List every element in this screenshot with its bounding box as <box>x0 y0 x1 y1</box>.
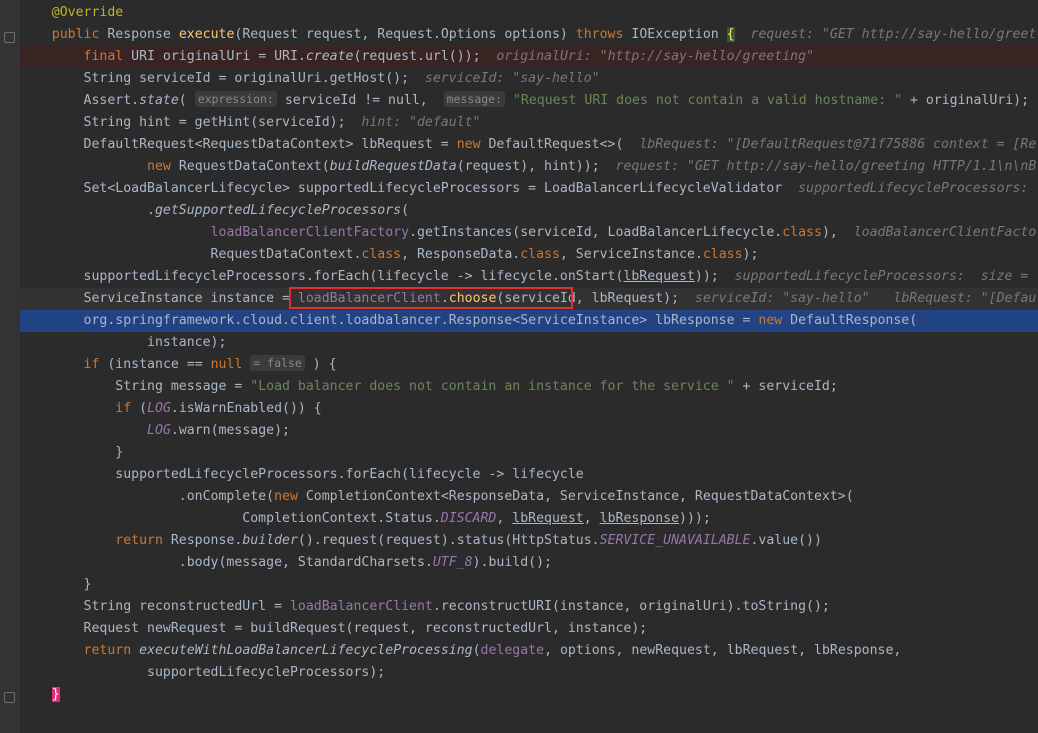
code-line: LOG.warn(message); <box>147 423 290 438</box>
code-line: supportedLifecycleProcessors); <box>20 665 386 680</box>
fold-toggle-icon[interactable] <box>4 32 15 43</box>
code-line: } <box>51 687 60 702</box>
debug-value-hint: serviceId: "say-hello" <box>424 71 600 86</box>
code-line: String message = "Load balancer does not… <box>20 379 838 394</box>
debug-value-hint: serviceId: "say-hello" <box>694 291 870 306</box>
parameter-hint: expression: <box>194 91 277 107</box>
debug-value-hint: originalUri: "http://say-hello/greeting" <box>496 49 815 64</box>
code-line: public Response execute(Request request,… <box>51 27 1037 42</box>
code-line: return Response.builder().request(reques… <box>115 533 822 548</box>
code-line: } <box>20 445 124 460</box>
debug-value-hint: hint: "default" <box>361 115 481 130</box>
debug-value-hint: lbRequest: "[Defau <box>893 291 1037 306</box>
code-line: CompletionContext.Status.DISCARD, lbRequ… <box>20 511 711 526</box>
code-line: DefaultRequest<RequestDataContext> lbReq… <box>20 137 1037 152</box>
code-line: supportedLifecycleProcessors.forEach(lif… <box>20 269 1029 284</box>
code-line: return executeWithLoadBalancerLifecycleP… <box>83 643 902 658</box>
code-line: if (LOG.isWarnEnabled()) { <box>115 401 322 416</box>
code-line: Request newRequest = buildRequest(reques… <box>20 621 648 636</box>
parameter-hint: message: <box>443 91 506 107</box>
code-line: instance); <box>20 335 227 350</box>
debug-value-hint: lbRequest: "[DefaultRequest@71f75886 con… <box>639 137 1037 152</box>
code-line: String hint = getHint(serviceId); hint: … <box>20 115 481 130</box>
code-line: loadBalancerClientFactory.getInstances(s… <box>210 225 1037 240</box>
code-line: new RequestDataContext(buildRequestData(… <box>147 159 1037 174</box>
inline-value-hint: = false <box>250 355 305 371</box>
debug-value-hint: loadBalancerClientFacto <box>853 225 1037 240</box>
annotation-override: @Override <box>51 5 124 20</box>
code-line: @Override <box>20 2 1038 24</box>
fold-toggle-icon[interactable] <box>4 692 15 703</box>
code-line: RequestDataContext.class, ResponseData.c… <box>20 247 759 262</box>
code-line: String reconstructedUrl = loadBalancerCl… <box>20 599 830 614</box>
code-line: String serviceId = originalUri.getHost()… <box>20 71 600 86</box>
code-line: .body(message, StandardCharsets.UTF_8).b… <box>20 555 552 570</box>
debug-value-hint: request: "GET http://say-hello/greeting … <box>615 159 1037 174</box>
code-line: .getSupportedLifecycleProcessors( <box>20 203 410 218</box>
code-line-execution-point: org.springframework.cloud.client.loadbal… <box>20 310 1038 332</box>
code-line-breakpoint: final URI originalUri = URI.create(reque… <box>20 46 1038 68</box>
code-line: Set<LoadBalancerLifecycle> supportedLife… <box>20 181 1029 196</box>
debug-value-hint: request: "GET http://say-hello/greet <box>750 27 1037 42</box>
code-line: supportedLifecycleProcessors.forEach(lif… <box>20 467 584 482</box>
code-line: } <box>20 577 92 592</box>
code-line: Assert.state( expression: serviceId != n… <box>20 91 1030 108</box>
code-editor[interactable]: @Override public Response execute(Reques… <box>20 2 1038 706</box>
code-line: .onComplete(new CompletionContext<Respon… <box>20 489 854 504</box>
code-line: if (instance == null = false ) { <box>83 355 337 372</box>
debug-value-hint: supportedLifecycleProcessors: size = <box>734 269 1029 284</box>
code-line-current: ServiceInstance instance = loadBalancerC… <box>20 288 1038 310</box>
editor-gutter <box>0 0 20 733</box>
debug-value-hint: supportedLifecycleProcessors: <box>798 181 1029 196</box>
